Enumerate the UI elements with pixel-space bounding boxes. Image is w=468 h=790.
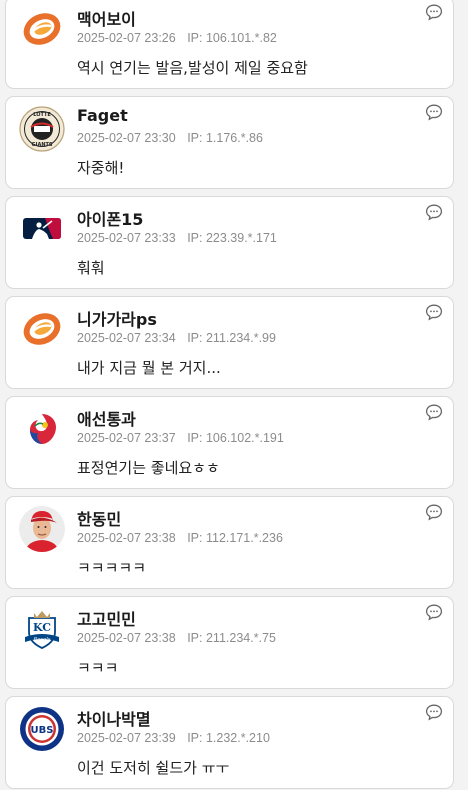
comment-text: 훠훠 bbox=[77, 259, 105, 277]
comment-nickname[interactable]: 차이나박멸 bbox=[77, 706, 151, 730]
comment-text: ㅋㅋㅋㅋㅋ bbox=[77, 559, 147, 577]
comment-card: 한동민 2025-02-07 23:38 IP: 112.171.*.236 ㅋ… bbox=[5, 496, 454, 589]
reply-icon[interactable] bbox=[425, 503, 443, 521]
chicago-cubs-logo-icon[interactable]: UBS bbox=[19, 706, 65, 752]
svg-text:GIANTS: GIANTS bbox=[31, 142, 52, 148]
comment-ip: 211.234.*.99 bbox=[205, 331, 276, 345]
ip-label: IP: bbox=[187, 31, 203, 45]
svg-text:KC: KC bbox=[33, 621, 51, 634]
comment-list: 맥어보이 2025-02-07 23:26 IP: 106.101.*.82 역… bbox=[0, 0, 468, 790]
comment-text: 자중해! bbox=[77, 159, 125, 177]
comment-text: 표정연기는 좋네요ㅎㅎ bbox=[77, 459, 220, 477]
player-photo-icon[interactable] bbox=[19, 506, 65, 552]
svg-text:LOTTE: LOTTE bbox=[33, 112, 51, 118]
comment-date: 2025-02-07 23:26 bbox=[77, 31, 176, 45]
comment-date: 2025-02-07 23:30 bbox=[77, 131, 176, 145]
ip-label: IP: bbox=[187, 531, 203, 545]
comment-card: KC Royals 고고민민 2025-02-07 23:38 IP: 211.… bbox=[5, 596, 454, 689]
comment-meta: 2025-02-07 23:38 IP: 211.234.*.75 bbox=[77, 631, 276, 645]
comment-meta: 2025-02-07 23:33 IP: 223.39.*.171 bbox=[77, 231, 277, 245]
comment-card: UBS 차이나박멸 2025-02-07 23:39 IP: 1.232.*.2… bbox=[5, 696, 454, 789]
ip-label: IP: bbox=[187, 731, 203, 745]
comment-ip: 106.102.*.191 bbox=[205, 431, 284, 445]
reply-icon[interactable] bbox=[425, 403, 443, 421]
comment-meta: 2025-02-07 23:39 IP: 1.232.*.210 bbox=[77, 731, 270, 745]
comment-card: 아이폰15 2025-02-07 23:33 IP: 223.39.*.171 … bbox=[5, 196, 454, 289]
comment-text: ㅋㅋㅋ bbox=[77, 659, 119, 677]
reply-icon[interactable] bbox=[425, 603, 443, 621]
ip-label: IP: bbox=[187, 131, 203, 145]
comment-ip: 106.101.*.82 bbox=[205, 31, 277, 45]
comment-date: 2025-02-07 23:37 bbox=[77, 431, 176, 445]
svg-text:UBS: UBS bbox=[31, 725, 54, 736]
comment-card: 애선통과 2025-02-07 23:37 IP: 106.102.*.191 … bbox=[5, 396, 454, 489]
comment-date: 2025-02-07 23:39 bbox=[77, 731, 176, 745]
comment-meta: 2025-02-07 23:37 IP: 106.102.*.191 bbox=[77, 431, 284, 445]
comment-nickname[interactable]: Faget bbox=[77, 106, 128, 125]
svg-text:Royals: Royals bbox=[33, 637, 51, 643]
comment-meta: 2025-02-07 23:34 IP: 211.234.*.99 bbox=[77, 331, 276, 345]
comment-text: 이건 도저히 쉴드가 ㅠㅜ bbox=[77, 759, 230, 777]
comment-nickname[interactable]: 니가가라ps bbox=[77, 306, 157, 330]
comment-nickname[interactable]: 아이폰15 bbox=[77, 206, 143, 230]
comment-text: 역시 연기는 발음,발성이 제일 중요함 bbox=[77, 59, 308, 77]
lotte-giants-logo-icon[interactable]: LOTTE GIANTS bbox=[19, 106, 65, 152]
reply-icon[interactable] bbox=[425, 203, 443, 221]
reply-icon[interactable] bbox=[425, 103, 443, 121]
comment-card: 니가가라ps 2025-02-07 23:34 IP: 211.234.*.99… bbox=[5, 296, 454, 389]
comment-date: 2025-02-07 23:33 bbox=[77, 231, 176, 245]
comment-ip: 112.171.*.236 bbox=[205, 531, 283, 545]
reply-icon[interactable] bbox=[425, 3, 443, 21]
comment-nickname[interactable]: 한동민 bbox=[77, 506, 121, 530]
comment-nickname[interactable]: 고고민민 bbox=[77, 606, 136, 630]
comment-meta: 2025-02-07 23:30 IP: 1.176.*.86 bbox=[77, 131, 263, 145]
comment-text: 내가 지금 뭘 본 거지... bbox=[77, 359, 221, 377]
mlb-logo-icon[interactable] bbox=[19, 206, 65, 252]
comment-nickname[interactable]: 애선통과 bbox=[77, 406, 136, 430]
kc-royals-logo-icon[interactable]: KC Royals bbox=[19, 606, 65, 652]
comment-ip: 223.39.*.171 bbox=[205, 231, 277, 245]
reply-icon[interactable] bbox=[425, 703, 443, 721]
comment-date: 2025-02-07 23:34 bbox=[77, 331, 176, 345]
reply-icon[interactable] bbox=[425, 303, 443, 321]
comment-nickname[interactable]: 맥어보이 bbox=[77, 6, 136, 30]
kbo-logo-icon[interactable] bbox=[19, 406, 65, 452]
comment-date: 2025-02-07 23:38 bbox=[77, 531, 176, 545]
ip-label: IP: bbox=[187, 631, 203, 645]
comment-ip: 211.234.*.75 bbox=[205, 631, 276, 645]
ip-label: IP: bbox=[187, 231, 203, 245]
ip-label: IP: bbox=[187, 431, 203, 445]
comment-ip: 1.232.*.210 bbox=[205, 731, 270, 745]
ip-label: IP: bbox=[187, 331, 203, 345]
comment-date: 2025-02-07 23:38 bbox=[77, 631, 176, 645]
comment-meta: 2025-02-07 23:26 IP: 106.101.*.82 bbox=[77, 31, 277, 45]
comment-meta: 2025-02-07 23:38 IP: 112.171.*.236 bbox=[77, 531, 283, 545]
kia-tigers-logo-icon[interactable] bbox=[19, 6, 65, 52]
kia-tigers-logo-icon[interactable] bbox=[19, 306, 65, 352]
comment-card: 맥어보이 2025-02-07 23:26 IP: 106.101.*.82 역… bbox=[5, 0, 454, 89]
comment-ip: 1.176.*.86 bbox=[205, 131, 263, 145]
comment-card: LOTTE GIANTS Faget 2025-02-07 23:30 IP: … bbox=[5, 96, 454, 189]
